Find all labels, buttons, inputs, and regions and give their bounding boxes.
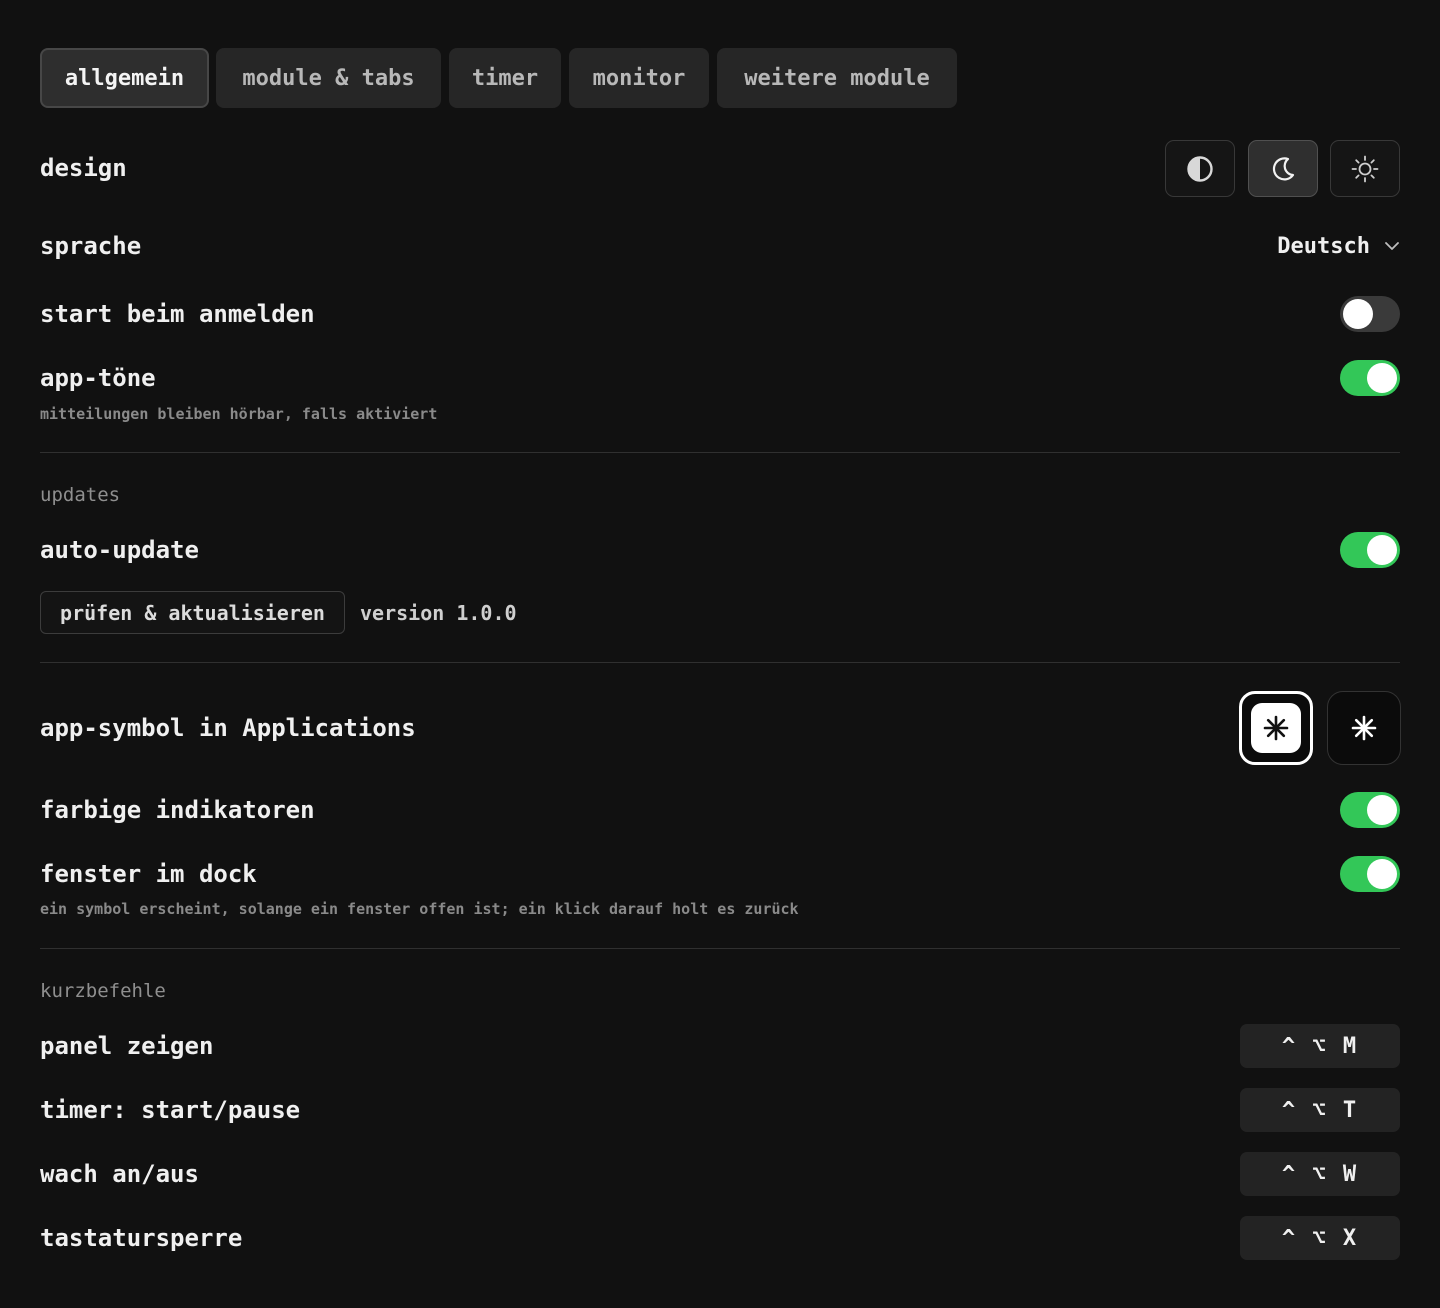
divider bbox=[40, 662, 1400, 663]
toggle-knob bbox=[1343, 299, 1373, 329]
start-login-toggle[interactable] bbox=[1340, 296, 1400, 332]
asterisk-icon bbox=[1263, 715, 1289, 741]
shortcut-key-timer[interactable]: ^ ⌥ T bbox=[1240, 1088, 1400, 1132]
shortcut-key-panel[interactable]: ^ ⌥ M bbox=[1240, 1024, 1400, 1068]
tab-allgemein[interactable]: allgemein bbox=[40, 48, 209, 108]
design-dark-button[interactable] bbox=[1248, 140, 1318, 197]
language-value: Deutsch bbox=[1277, 233, 1370, 259]
toggle-knob bbox=[1367, 795, 1397, 825]
moon-icon bbox=[1272, 156, 1295, 180]
divider bbox=[40, 948, 1400, 949]
asterisk-icon bbox=[1351, 715, 1377, 741]
divider bbox=[40, 452, 1400, 453]
tab-weitere-module[interactable]: weitere module bbox=[717, 48, 957, 108]
design-system-button[interactable] bbox=[1165, 140, 1235, 197]
app-tones-toggle[interactable] bbox=[1340, 360, 1400, 396]
window-dock-label: fenster im dock bbox=[40, 860, 257, 888]
app-tones-label: app-töne bbox=[40, 364, 156, 392]
window-dock-hint: ein symbol erscheint, solange ein fenste… bbox=[40, 900, 799, 918]
app-symbol-label: app-symbol in Applications bbox=[40, 714, 416, 742]
settings-page: allgemein module & tabs timer monitor we… bbox=[0, 0, 1440, 1308]
app-symbol-light-option[interactable] bbox=[1239, 691, 1313, 765]
design-light-button[interactable] bbox=[1330, 140, 1400, 197]
tab-monitor[interactable]: monitor bbox=[569, 48, 709, 108]
colored-indicators-toggle[interactable] bbox=[1340, 792, 1400, 828]
toggle-knob bbox=[1367, 859, 1397, 889]
shortcut-label-timer: timer: start/pause bbox=[40, 1096, 301, 1124]
design-label: design bbox=[40, 154, 127, 182]
language-label: sprache bbox=[40, 232, 142, 260]
check-update-button[interactable]: prüfen & aktualisieren bbox=[40, 591, 345, 634]
shortcut-key-keylock[interactable]: ^ ⌥ X bbox=[1240, 1216, 1400, 1260]
chevron-down-icon bbox=[1385, 242, 1399, 250]
shortcuts-section-title: kurzbefehle bbox=[40, 980, 166, 1002]
half-circle-icon bbox=[1187, 155, 1213, 182]
window-dock-toggle[interactable] bbox=[1340, 856, 1400, 892]
tab-timer[interactable]: timer bbox=[449, 48, 561, 108]
colored-indicators-label: farbige indikatoren bbox=[40, 796, 315, 824]
shortcut-label-panel: panel zeigen bbox=[40, 1032, 214, 1060]
app-symbol-dark-option[interactable] bbox=[1327, 691, 1401, 765]
app-symbol-light-tile bbox=[1251, 703, 1301, 753]
tab-module-tabs[interactable]: module & tabs bbox=[216, 48, 441, 108]
language-select[interactable]: Deutsch bbox=[1277, 230, 1400, 262]
toggle-knob bbox=[1367, 535, 1397, 565]
shortcut-label-wake: wach an/aus bbox=[40, 1160, 199, 1188]
auto-update-toggle[interactable] bbox=[1340, 532, 1400, 568]
start-login-label: start beim anmelden bbox=[40, 300, 315, 328]
shortcut-key-wake[interactable]: ^ ⌥ W bbox=[1240, 1152, 1400, 1196]
auto-update-label: auto-update bbox=[40, 536, 199, 564]
toggle-knob bbox=[1367, 363, 1397, 393]
sun-icon bbox=[1351, 155, 1379, 182]
app-tones-hint: mitteilungen bleiben hörbar, falls aktiv… bbox=[40, 405, 438, 423]
updates-section-title: updates bbox=[40, 484, 121, 506]
version-text: version 1.0.0 bbox=[360, 601, 517, 625]
shortcut-label-keylock: tastatursperre bbox=[40, 1224, 243, 1252]
